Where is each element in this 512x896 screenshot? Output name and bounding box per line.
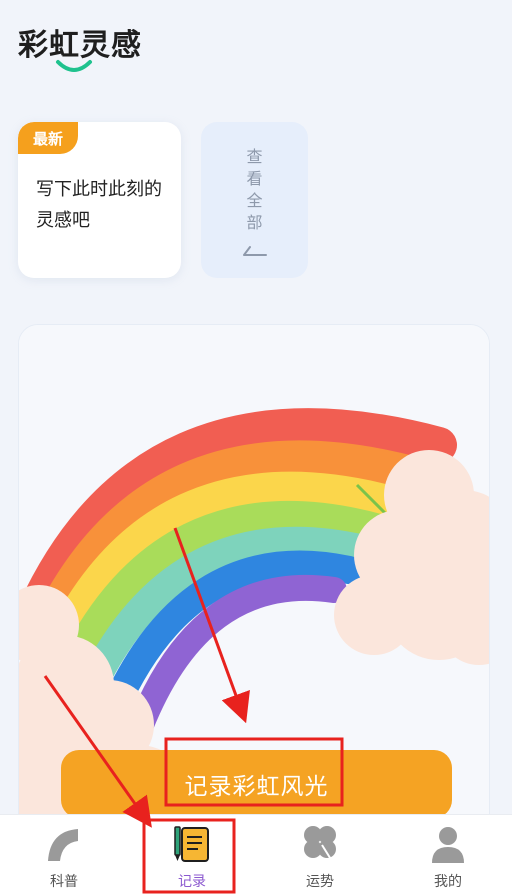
nav-label-mine: 我的 (434, 874, 462, 890)
view-all-button[interactable]: 查看全部 (201, 122, 308, 278)
bottom-nav: 科普 记录 运势 我的 (0, 814, 512, 896)
arrow-left-icon (242, 246, 267, 256)
latest-card-text: 写下此时此刻的灵感吧 (36, 179, 162, 231)
user-icon (432, 827, 464, 863)
latest-badge: 最新 (18, 122, 78, 154)
clover-icon (304, 826, 336, 862)
view-all-label: 查看全部 (246, 147, 263, 232)
nav-label-fortune: 运势 (306, 874, 334, 890)
rainbow-arc-icon (48, 829, 78, 861)
nav-item-fortune[interactable]: 运势 (256, 815, 384, 896)
notebook-pencil-icon (174, 826, 209, 862)
nav-label-record: 记录 (178, 874, 206, 890)
nav-item-mine[interactable]: 我的 (384, 815, 512, 896)
latest-inspiration-card[interactable]: 最新 写下此时此刻的灵感吧 (18, 122, 181, 278)
page: 彩虹灵感 最新 写下此时此刻的灵感吧 查看全部 记录彩虹风光 科普 记录 运势 … (0, 0, 512, 896)
nav-item-science[interactable]: 科普 (0, 815, 128, 896)
nav-item-record[interactable]: 记录 (128, 815, 256, 896)
record-rainbow-button[interactable]: 记录彩虹风光 (61, 750, 452, 818)
nav-label-science: 科普 (50, 874, 78, 890)
smile-underline-icon (56, 60, 92, 72)
